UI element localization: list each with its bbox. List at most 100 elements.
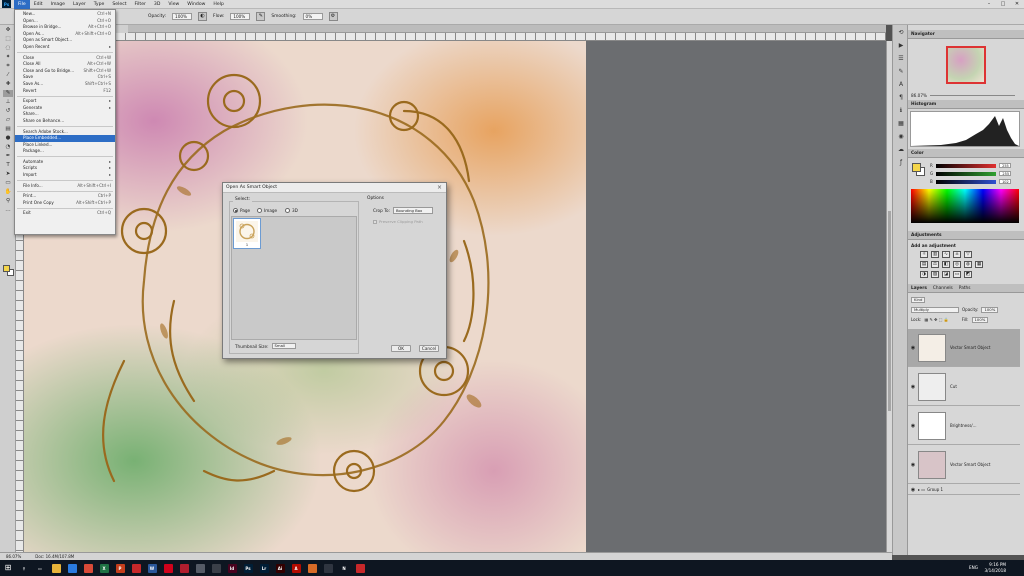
radio-page[interactable]: Page <box>233 208 250 213</box>
history-brush-icon[interactable]: ↺ <box>3 108 13 115</box>
swatches-icon[interactable]: ▦ <box>896 119 906 129</box>
dodge-tool-icon[interactable]: ◔ <box>3 144 13 151</box>
history-icon[interactable]: ⟲ <box>896 28 906 38</box>
color-balance-icon[interactable]: ⚖ <box>931 261 939 268</box>
taskbar-app-red3-icon[interactable] <box>176 560 192 576</box>
brush-tool-icon[interactable]: ✎ <box>3 90 13 97</box>
file-menu-exit[interactable]: Exit Ctrl+Q <box>15 210 115 217</box>
thumbnail-size-select[interactable]: Small <box>271 343 296 349</box>
file-menu-open[interactable]: Open... Ctrl+O <box>15 18 115 25</box>
file-menu-save-as[interactable]: Save As... Shift+Ctrl+S <box>15 81 115 88</box>
menu-edit[interactable]: Edit <box>30 0 47 9</box>
healing-tool-icon[interactable]: ✚ <box>3 81 13 88</box>
hand-tool-icon[interactable]: ✋ <box>3 189 13 196</box>
hue-saturation-icon[interactable]: ▤ <box>920 261 928 268</box>
type-tool-icon[interactable]: T <box>3 162 13 169</box>
layer-thumbnail[interactable] <box>918 411 946 440</box>
file-menu-browse-in-bridge[interactable]: Browse in Bridge... Alt+Ctrl+O <box>15 24 115 31</box>
file-menu-close-and-go-to-bridge[interactable]: Close and Go to Bridge... Shift+Ctrl+W <box>15 68 115 75</box>
black-white-icon[interactable]: ◧ <box>942 261 950 268</box>
channel-mixer-icon[interactable]: ◍ <box>964 261 972 268</box>
taskbar-search-icon[interactable]: ⚲ <box>16 560 32 576</box>
menu-3d[interactable]: 3D <box>150 0 164 9</box>
preserve-clipping-checkbox[interactable] <box>373 219 377 224</box>
path-select-tool-icon[interactable]: ➤ <box>3 171 13 178</box>
info-icon[interactable]: ℹ <box>896 106 906 116</box>
taskbar-app-dark3-icon[interactable] <box>320 560 336 576</box>
scrollbar-thumb[interactable] <box>888 211 891 411</box>
gradient-map-icon[interactable]: ▭ <box>953 271 961 278</box>
taskbar-acrobat-icon[interactable]: A <box>288 560 304 576</box>
radio-dot[interactable] <box>233 208 238 213</box>
tab-navigator[interactable]: Navigator <box>911 30 935 38</box>
layer-opacity-field[interactable]: 100% <box>981 306 999 313</box>
menu-select[interactable]: Select <box>108 0 130 9</box>
windows-start-icon[interactable]: ⊞ <box>0 560 16 576</box>
page-thumbnail[interactable]: 1 <box>233 218 261 249</box>
tab-layers[interactable]: Layers <box>911 284 927 292</box>
layer-name[interactable]: Cut <box>950 384 957 389</box>
file-menu-import[interactable]: Import ▸ <box>15 172 115 179</box>
cancel-button[interactable]: Cancel <box>419 345 439 352</box>
radio-dot[interactable] <box>285 208 290 213</box>
navigator-zoom-slider[interactable] <box>930 95 1015 96</box>
pressure-opacity-icon[interactable]: ◐ <box>198 12 208 21</box>
file-menu-close-all[interactable]: Close All Alt+Ctrl+W <box>15 61 115 68</box>
taskbar-app-dark-icon[interactable] <box>192 560 208 576</box>
folder-icon[interactable]: ▸ ▭ <box>918 487 925 492</box>
blur-tool-icon[interactable]: ● <box>3 135 13 142</box>
selective-color-icon[interactable]: ◩ <box>964 271 972 278</box>
taskbar-indesign-icon[interactable]: Id <box>224 560 240 576</box>
color-slider-b[interactable]: B 102 <box>930 179 1016 184</box>
color-slider-g[interactable]: G 255 <box>930 171 1016 176</box>
tab-channels[interactable]: Channels <box>933 284 953 292</box>
file-menu-share-on-behance[interactable]: Share on Behance... <box>15 118 115 125</box>
file-menu-export[interactable]: Export ▸ <box>15 98 115 105</box>
minimize-button[interactable]: – <box>982 0 996 9</box>
levels-icon[interactable]: ▥ <box>931 251 939 258</box>
color-channel-value[interactable]: 102 <box>998 179 1011 184</box>
navigator-zoom-field[interactable]: 86.07% <box>911 93 927 98</box>
layer-row[interactable]: ◉ Vector Smart Object <box>908 446 1020 484</box>
color-lookup-icon[interactable]: ▦ <box>975 261 983 268</box>
menu-image[interactable]: Image <box>47 0 69 9</box>
eraser-tool-icon[interactable]: ▱ <box>3 117 13 124</box>
visibility-eye-icon[interactable]: ◉ <box>908 384 918 390</box>
file-menu-file-info[interactable]: File Info... Alt+Shift+Ctrl+I <box>15 183 115 190</box>
file-menu-close[interactable]: Close Ctrl+W <box>15 55 115 62</box>
navigator-preview[interactable] <box>946 46 986 84</box>
color-channel-bar[interactable] <box>935 163 996 168</box>
lock-icons[interactable]: ▦ ✎ ✥ ⬚ 🔒 <box>924 317 948 322</box>
tab-color[interactable]: Color <box>911 149 924 157</box>
taskbar-netflix-icon[interactable]: N <box>336 560 352 576</box>
layer-name[interactable]: Brightness/... <box>950 423 976 428</box>
smoothing-field[interactable]: 0% <box>302 13 323 20</box>
visibility-eye-icon[interactable]: ◉ <box>908 462 918 468</box>
file-menu-place-linked[interactable]: Place Linked... <box>15 142 115 149</box>
file-menu-package[interactable]: Package... <box>15 148 115 155</box>
color-channel-bar[interactable] <box>935 179 996 184</box>
radio-image[interactable]: Image <box>257 208 277 213</box>
photo-filter-icon[interactable]: ◎ <box>953 261 961 268</box>
file-menu-open-as[interactable]: Open As... Alt+Shift+Ctrl+O <box>15 31 115 38</box>
layer-row[interactable]: ◉ Cut <box>908 368 1020 406</box>
taskbar-explorer-icon[interactable] <box>48 560 64 576</box>
menu-type[interactable]: Type <box>90 0 109 9</box>
taskbar-lightroom-icon[interactable]: Lr <box>256 560 272 576</box>
file-menu-save[interactable]: Save Ctrl+S <box>15 74 115 81</box>
layer-name[interactable]: Group 1 <box>927 487 943 492</box>
move-tool-icon[interactable]: ✥ <box>3 27 13 34</box>
lasso-tool-icon[interactable]: ◌ <box>3 45 13 52</box>
layer-row[interactable]: ◉ Brightness/... <box>908 407 1020 445</box>
visibility-eye-icon[interactable]: ◉ <box>908 345 918 351</box>
file-menu-new[interactable]: New... Ctrl+N <box>15 11 115 18</box>
play-action-icon[interactable]: ▶ <box>896 41 906 51</box>
maximize-button[interactable]: □ <box>996 0 1010 9</box>
radio-3d[interactable]: 3D <box>285 208 298 213</box>
file-menu-automate[interactable]: Automate ▸ <box>15 159 115 166</box>
status-zoom[interactable]: 86.07% <box>6 553 21 560</box>
tab-adjustments[interactable]: Adjustments <box>911 231 942 239</box>
menu-file[interactable]: File <box>14 0 30 9</box>
properties-icon[interactable]: ☰ <box>896 54 906 64</box>
layer-fill-field[interactable]: 100% <box>971 316 989 323</box>
